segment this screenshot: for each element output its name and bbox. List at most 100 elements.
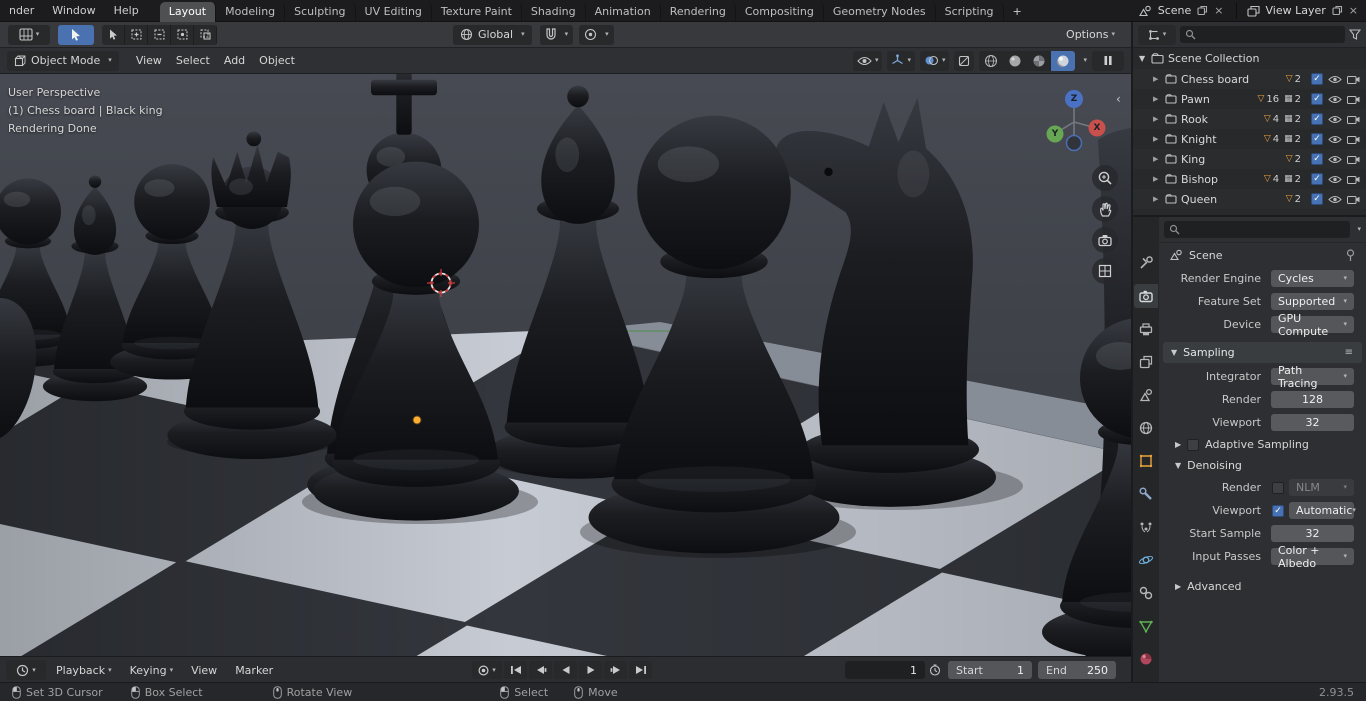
add-workspace-button[interactable]: + [1004, 2, 1031, 22]
menu-window[interactable]: Window [43, 4, 104, 17]
tab-world-properties[interactable] [1134, 416, 1158, 440]
eye-icon[interactable] [1328, 155, 1342, 164]
expand-arrow-icon[interactable]: ▶ [1175, 582, 1181, 591]
denoise-render-checkbox[interactable] [1272, 482, 1284, 494]
remove-view-layer-button[interactable]: × [1347, 4, 1360, 17]
integrator-dropdown[interactable]: Path Tracing▾ [1271, 368, 1354, 385]
workspace-tab-animation[interactable]: Animation [586, 2, 661, 22]
samples-render-field[interactable]: 128 [1271, 391, 1354, 408]
properties-search-input[interactable] [1164, 221, 1350, 238]
tab-modifier-properties[interactable] [1134, 482, 1158, 506]
menu-keying[interactable]: Keying▾ [122, 664, 181, 677]
shading-wireframe-button[interactable] [979, 51, 1003, 71]
denoise-viewport-checkbox[interactable]: ✓ [1272, 505, 1284, 517]
view-layer-selector[interactable]: View Layer [1266, 4, 1326, 17]
active-tool-button[interactable] [58, 25, 94, 45]
chevron-down-icon[interactable]: ▾ [1357, 226, 1361, 233]
camera-icon[interactable] [1347, 195, 1360, 204]
adaptive-sampling-row[interactable]: ▶ Adaptive Sampling [1159, 434, 1366, 455]
current-frame-field[interactable]: 1 [845, 661, 925, 679]
workspace-tab-compositing[interactable]: Compositing [736, 2, 824, 22]
menu-playback[interactable]: Playback▾ [48, 664, 120, 677]
outliner-item-knight[interactable]: ▶ Knight ▽4▦2 ✓ [1133, 129, 1366, 149]
xray-toggle[interactable] [954, 51, 974, 71]
tab-output-properties[interactable] [1134, 317, 1158, 341]
tab-tool-properties[interactable] [1134, 251, 1158, 275]
select-mode-extend[interactable] [125, 25, 148, 45]
eye-icon[interactable] [1328, 75, 1342, 84]
expand-arrow-icon[interactable]: ▶ [1175, 440, 1181, 449]
overlays-dropdown[interactable]: ▾ [920, 51, 950, 71]
camera-view-button[interactable] [1092, 227, 1118, 253]
outliner-item-queen[interactable]: ▶ Queen ▽2 ✓ [1133, 189, 1366, 209]
advanced-section-header[interactable]: ▶ Advanced [1159, 576, 1366, 597]
workspace-tab-layout[interactable]: Layout [160, 2, 216, 22]
outliner-item-king[interactable]: ▶ King ▽2 ✓ [1133, 149, 1366, 169]
menu-select[interactable]: Select [169, 54, 217, 67]
snapping-toggle[interactable]: ▾ [540, 25, 574, 45]
menu-object[interactable]: Object [252, 54, 302, 67]
timeline-editor-type-button[interactable]: ▾ [6, 660, 46, 680]
menu-add[interactable]: Add [217, 54, 252, 67]
collection-checkbox[interactable]: ✓ [1311, 113, 1323, 125]
editor-type-button[interactable]: ▾ [8, 25, 50, 45]
camera-icon[interactable] [1347, 75, 1360, 84]
outliner-item-pawn[interactable]: ▶ Pawn ▽16▦2 ✓ [1133, 89, 1366, 109]
tab-constraint-properties[interactable] [1134, 581, 1158, 605]
expand-arrow-icon[interactable]: ▼ [1139, 54, 1147, 63]
use-preview-range-button[interactable] [929, 664, 941, 676]
feature-set-dropdown[interactable]: Supported▾ [1271, 293, 1354, 310]
tab-scene-properties[interactable] [1134, 383, 1158, 407]
menu-help[interactable]: Help [105, 4, 148, 17]
copy-icon[interactable] [1197, 5, 1208, 16]
menu-marker[interactable]: Marker [227, 664, 281, 677]
expand-arrow-icon[interactable]: ▶ [1153, 135, 1161, 143]
tab-object-properties[interactable] [1134, 449, 1158, 473]
select-mode-new[interactable] [102, 25, 125, 45]
outliner-row-scene-collection[interactable]: ▼ Scene Collection [1133, 48, 1366, 69]
outliner-item-rook[interactable]: ▶ Rook ▽4▦2 ✓ [1133, 109, 1366, 129]
denoising-section-header[interactable]: ▼ Denoising [1159, 455, 1366, 476]
tab-render-properties[interactable] [1134, 284, 1158, 308]
orthographic-toggle-button[interactable] [1092, 258, 1118, 284]
menu-timeline-view[interactable]: View [183, 664, 225, 677]
auto-keying-button[interactable]: ▾ [472, 661, 502, 679]
filter-icon[interactable] [1349, 29, 1361, 40]
adaptive-sampling-checkbox[interactable] [1187, 439, 1199, 451]
navigation-gizmo[interactable]: Z Y X [1042, 88, 1106, 152]
shading-material-button[interactable] [1027, 51, 1051, 71]
camera-icon[interactable] [1347, 175, 1360, 184]
play-button[interactable] [579, 661, 602, 679]
expand-arrow-icon[interactable]: ▶ [1153, 155, 1161, 163]
collection-checkbox[interactable]: ✓ [1311, 193, 1323, 205]
collection-checkbox[interactable]: ✓ [1311, 173, 1323, 185]
samples-viewport-field[interactable]: 32 [1271, 414, 1354, 431]
outliner-item-bishop[interactable]: ▶ Bishop ▽4▦2 ✓ [1133, 169, 1366, 189]
workspace-tab-modeling[interactable]: Modeling [216, 2, 285, 22]
shading-solid-button[interactable] [1003, 51, 1027, 71]
denoise-viewport-dropdown[interactable]: Automatic▾ [1289, 502, 1354, 519]
eye-icon[interactable] [1328, 95, 1342, 104]
workspace-tab-uv-editing[interactable]: UV Editing [356, 2, 432, 22]
expand-arrow-icon[interactable]: ▶ [1153, 115, 1161, 123]
play-reverse-button[interactable] [554, 661, 577, 679]
pin-icon[interactable] [1345, 249, 1356, 262]
options-dropdown[interactable]: Options ▾ [1066, 28, 1115, 41]
expand-arrow-icon[interactable]: ▶ [1153, 75, 1161, 83]
render-engine-dropdown[interactable]: Cycles▾ [1271, 270, 1354, 287]
add-view-layer-icon[interactable] [1332, 5, 1343, 16]
workspace-tab-shading[interactable]: Shading [522, 2, 586, 22]
select-mode-subtract[interactable] [148, 25, 171, 45]
frame-end-field[interactable]: End250 [1038, 661, 1116, 679]
outliner-item-chess-board[interactable]: ▶ Chess board ▽2 ✓ [1133, 69, 1366, 89]
menu-view[interactable]: View [129, 54, 169, 67]
zoom-button[interactable] [1092, 165, 1118, 191]
visibility-dropdown[interactable]: ▾ [853, 51, 883, 71]
transform-orientation-dropdown[interactable]: Global ▾ [453, 25, 532, 45]
select-mode-invert[interactable] [171, 25, 194, 45]
expand-arrow-icon[interactable]: ▶ [1153, 195, 1161, 203]
tab-object-data-properties[interactable] [1134, 614, 1158, 638]
pan-button[interactable] [1092, 196, 1118, 222]
shading-rendered-button[interactable] [1051, 51, 1075, 71]
tab-material-properties[interactable] [1134, 647, 1158, 671]
